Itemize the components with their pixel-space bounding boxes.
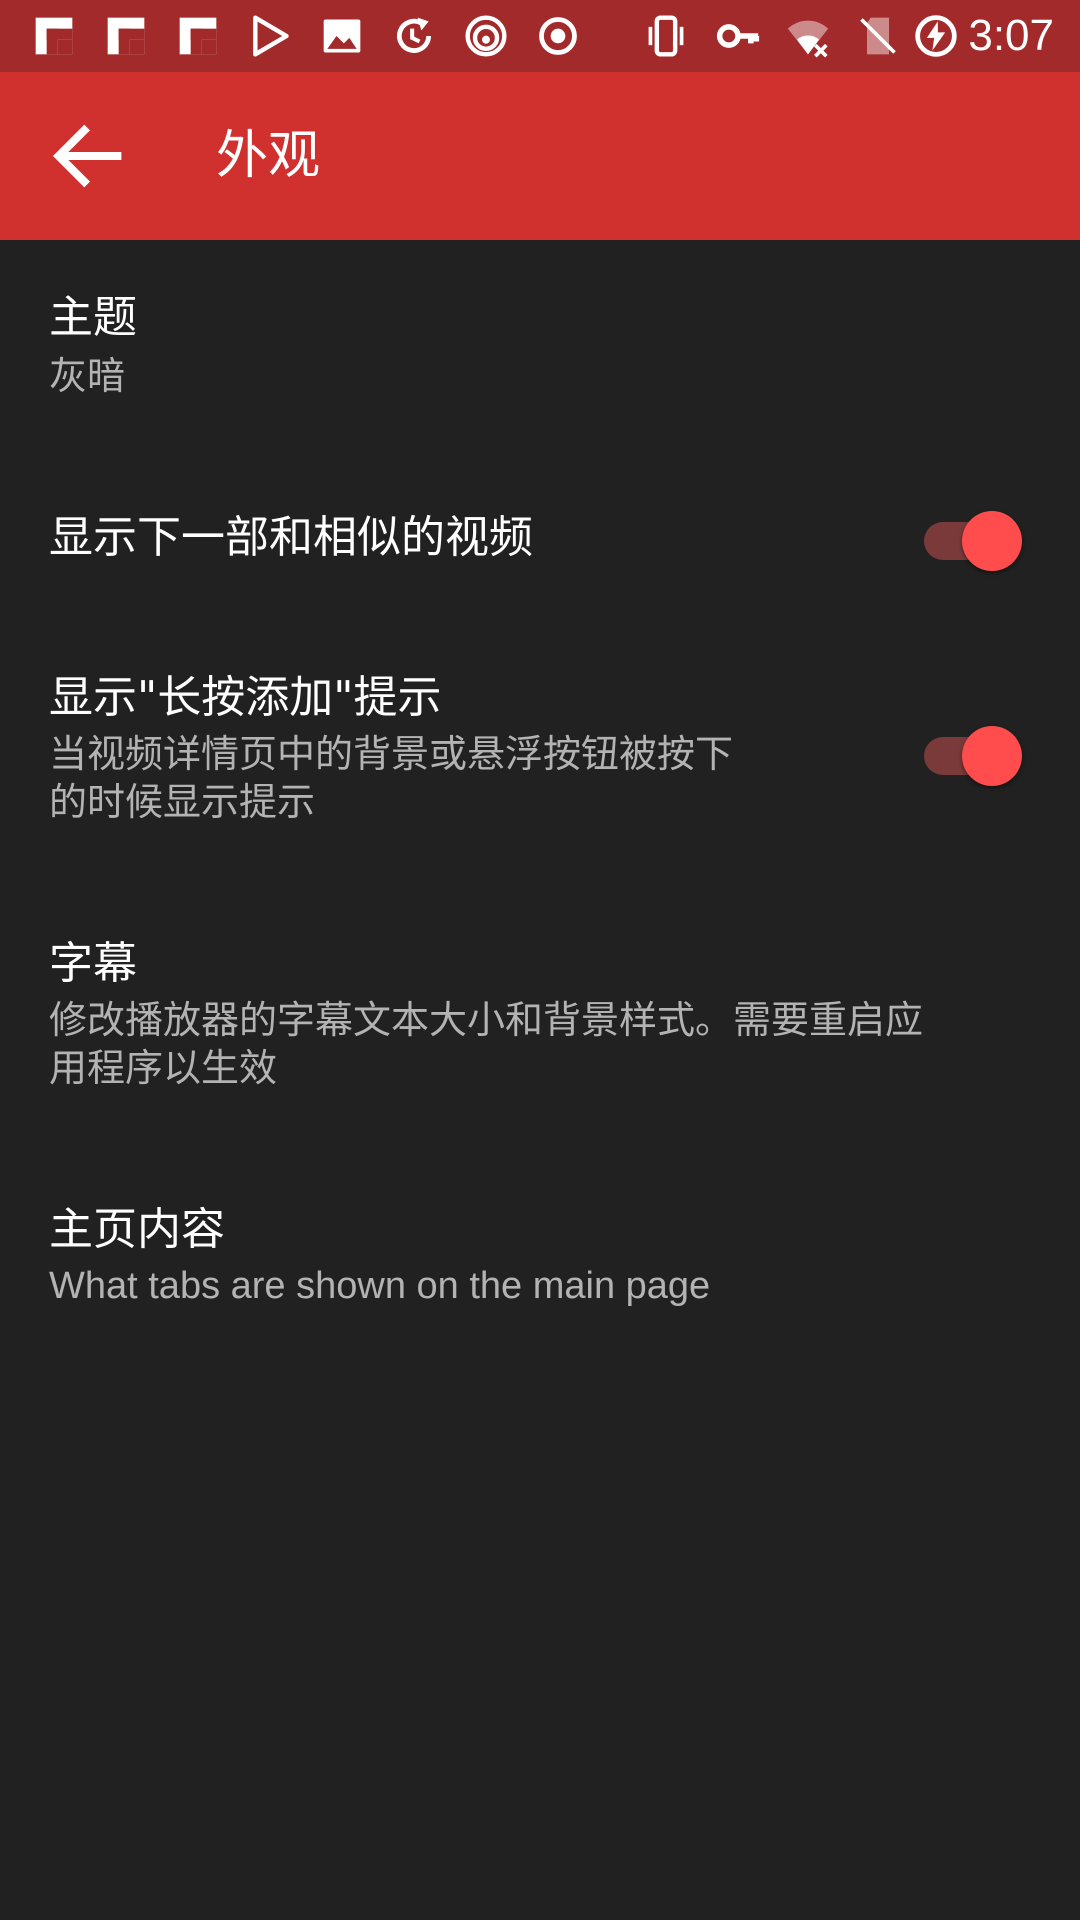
arrow-back-icon[interactable] bbox=[44, 112, 132, 200]
play-store-icon bbox=[253, 15, 289, 57]
pref-main-page-content-title: 主页内容 bbox=[49, 1204, 225, 1255]
status-time: 3:07 bbox=[968, 11, 1054, 60]
sync-icon bbox=[396, 17, 432, 53]
switch-thumb bbox=[962, 511, 1022, 571]
flipboard-icon bbox=[35, 17, 73, 55]
pref-theme-summary: 灰暗 bbox=[49, 354, 126, 398]
record-icon bbox=[539, 17, 577, 55]
no-sim-icon bbox=[860, 17, 896, 55]
status-bar: 3:07 bbox=[0, 0, 1080, 72]
page-title: 外观 bbox=[216, 126, 321, 186]
image-icon bbox=[323, 19, 361, 53]
pref-show-hold-hint-summary-line2: 的时候显示提示 bbox=[49, 780, 316, 824]
pref-captions[interactable]: 字幕 修改播放器的字幕文本大小和背景样式。需要重启应 用程序以生效 bbox=[0, 884, 1080, 1150]
pref-theme-title: 主题 bbox=[49, 292, 137, 343]
flipboard-icon bbox=[179, 17, 217, 55]
app-bar: 外观 bbox=[0, 72, 1080, 240]
vibrate-icon bbox=[648, 15, 684, 57]
pref-show-hold-hint-title: 显示"长按添加"提示 bbox=[49, 672, 442, 723]
pref-show-next-videos-title: 显示下一部和相似的视频 bbox=[49, 512, 533, 563]
pref-captions-summary-line1: 修改播放器的字幕文本大小和背景样式。需要重启应 bbox=[49, 998, 924, 1042]
pref-theme[interactable]: 主题 灰暗 bbox=[0, 240, 1080, 458]
wifi-off-icon bbox=[787, 20, 829, 58]
show-hold-hint-switch[interactable] bbox=[924, 720, 1024, 786]
pref-main-page-content[interactable]: 主页内容 What tabs are shown on the main pag… bbox=[0, 1150, 1080, 1366]
flipboard-icon bbox=[107, 17, 145, 55]
show-next-videos-switch[interactable] bbox=[924, 505, 1024, 571]
vpn-key-icon bbox=[716, 24, 760, 48]
pref-main-page-content-summary: What tabs are shown on the main page bbox=[49, 1265, 711, 1307]
pref-show-hold-hint-summary-line1: 当视频详情页中的背景或悬浮按钮被按下 bbox=[49, 732, 734, 776]
pref-captions-title: 字幕 bbox=[49, 938, 137, 989]
switch-thumb bbox=[962, 726, 1022, 786]
battery-charging-icon bbox=[915, 15, 957, 57]
podcast-icon bbox=[465, 15, 507, 57]
pref-captions-summary-line2: 用程序以生效 bbox=[49, 1046, 278, 1090]
pref-show-hold-hint[interactable]: 显示"长按添加"提示 当视频详情页中的背景或悬浮按钮被按下 的时候显示提示 bbox=[0, 618, 1080, 884]
pref-show-next-videos[interactable]: 显示下一部和相似的视频 bbox=[0, 458, 1080, 618]
